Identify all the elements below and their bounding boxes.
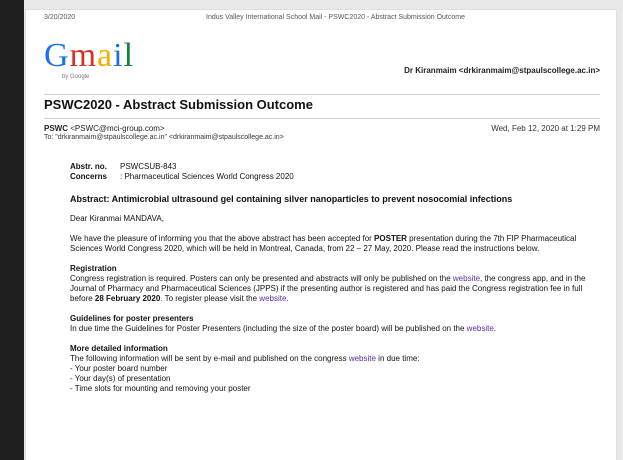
list-item: - Your poster board number (70, 364, 168, 373)
subject-divider (44, 118, 600, 119)
more-info-paragraph: The following information will be sent b… (70, 354, 420, 363)
gmail-by-google: by Google (62, 74, 90, 80)
list-item: - Your day(s) of presentation (70, 374, 171, 383)
concerns-value: : Pharmaceutical Sciences World Congress… (120, 172, 294, 181)
registration-paragraph: Congress registration is required. Poste… (70, 274, 586, 303)
gmail-logo: Gmail by Google (44, 36, 184, 88)
left-frame-edge (0, 0, 24, 460)
concerns-row: Concerns : Pharmaceutical Sciences World… (70, 172, 590, 182)
guidelines-website-link[interactable]: website (467, 324, 494, 333)
abstract-number-row: Abstr. no. PSWCSUB-843 (70, 162, 590, 172)
gmail-wordmark: Gmail (44, 37, 135, 74)
email-body: Abstr. no. PSWCSUB-843 Concerns : Pharma… (70, 162, 590, 394)
from-name: PSWC (44, 124, 68, 133)
acceptance-paragraph: We have the pleasure of informing you th… (70, 234, 577, 253)
greeting: Dear Kiranmai MANDAVA, (70, 214, 164, 223)
header-divider (44, 94, 600, 95)
registration-heading: Registration (70, 264, 117, 273)
more-info-website-link[interactable]: website (349, 354, 376, 363)
email-to: To: "drkiranmaim@stpaulscollege.ac.in" <… (44, 134, 284, 141)
email-timestamp: Wed, Feb 12, 2020 at 1:29 PM (491, 124, 600, 133)
more-info-heading: More detailed information (70, 344, 168, 353)
abstract-number-label: Abstr. no. (70, 162, 107, 171)
guidelines-paragraph: In due time the Guidelines for Poster Pr… (70, 324, 497, 333)
print-date: 3/20/2020 (44, 14, 76, 21)
register-website-link[interactable]: website (259, 294, 286, 303)
guidelines-heading: Guidelines for poster presenters (70, 314, 194, 323)
email-printout: 3/20/2020 Indus Valley International Sch… (26, 10, 616, 460)
email-subject: PSWC2020 - Abstract Submission Outcome (44, 97, 313, 112)
from-email: <PSWC@mci-group.com> (70, 124, 165, 133)
account-label: Dr Kiranmaim <drkiranmaim@stpaulscollege… (404, 66, 600, 75)
abstract-number-value: PSWCSUB-843 (120, 162, 177, 171)
concerns-label: Concerns (70, 172, 107, 181)
print-title: Indus Valley International School Mail -… (206, 14, 465, 21)
list-item: - Time slots for mounting and removing y… (70, 384, 251, 393)
email-from: PSWC <PSWC@mci-group.com> (44, 124, 165, 133)
abstract-title: Abstract: Antimicrobial ultrasound gel c… (70, 194, 513, 204)
registration-website-link[interactable]: website (453, 274, 480, 283)
print-header: 3/20/2020 Indus Valley International Sch… (26, 10, 616, 28)
